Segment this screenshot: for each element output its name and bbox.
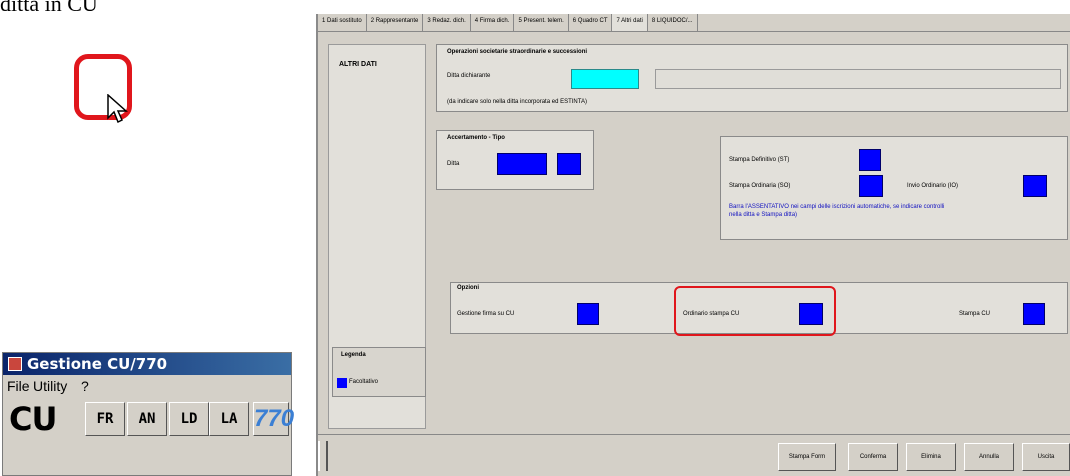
conferma-button[interactable]: Conferma — [848, 443, 898, 471]
ditta-description-field[interactable] — [655, 69, 1061, 89]
menu-utility[interactable]: Utility — [33, 378, 67, 394]
stampa-definitivo-label: Stampa Definitivo (ST) — [729, 157, 790, 163]
accertamento-ditta-field[interactable] — [497, 153, 547, 175]
tab-rappresentante[interactable]: 2 Rappresentante — [367, 14, 424, 31]
group-stampa: Stampa Definitivo (ST) Stampa Ordinaria … — [720, 136, 1068, 240]
legend-box: Legenda Facoltativo — [332, 347, 426, 397]
main-form-window: 1 Dati sostituto 2 Rappresentante 3 Reda… — [316, 14, 1070, 476]
tab-strip: 1 Dati sostituto 2 Rappresentante 3 Reda… — [318, 14, 1070, 32]
mouse-pointer-icon — [107, 94, 128, 124]
tab-redaz-dich[interactable]: 3 Redaz. dich. — [423, 14, 471, 31]
la-button[interactable]: LA — [209, 402, 249, 436]
toolbar: CU FR AN LD LA 770 — [3, 398, 294, 438]
ditta-dichiarante-field[interactable] — [571, 69, 639, 89]
menu-help[interactable]: ? — [81, 378, 89, 394]
an-button[interactable]: AN — [127, 402, 167, 436]
group-opzioni-title: Opzioni — [457, 285, 479, 291]
cu-logo-button[interactable]: CU — [9, 400, 57, 438]
ditta-dichiarante-label: Ditta dichiarante — [447, 73, 491, 79]
770-logo-button[interactable]: 770 — [253, 402, 294, 436]
uscita-button[interactable]: Uscita — [1022, 443, 1070, 471]
app-icon — [8, 357, 22, 371]
group-operazioni-title: Operazioni societarie straordinarie e su… — [447, 49, 588, 55]
stampa-note: Barra l'ASSENTATIVO nei campi delle iscr… — [729, 204, 945, 218]
page-caption: ditta in CU — [0, 0, 98, 16]
legend-title: Legenda — [341, 352, 366, 358]
group-accertamento-title: Accertamento - Tipo — [447, 135, 505, 141]
accertamento-ditta-label: Ditta — [447, 161, 460, 167]
invio-ordinario-label: Invio Ordinario (IO) — [907, 183, 959, 189]
annulla-button[interactable]: Annulla — [964, 443, 1014, 471]
group-operazioni: Operazioni societarie straordinarie e su… — [436, 44, 1068, 112]
menu-file[interactable]: File — [7, 378, 30, 394]
menu-bar: File Utility ? — [3, 376, 291, 396]
stampa-cu-field[interactable] — [1023, 303, 1045, 325]
gestione-firma-label: Gestione firma su CU — [457, 311, 515, 317]
elimina-button[interactable]: Elimina — [906, 443, 956, 471]
ld-button[interactable]: LD — [169, 402, 209, 436]
bottom-left-handle — [318, 441, 328, 471]
accertamento-tipo-field[interactable] — [557, 153, 581, 175]
tab-firma-dich[interactable]: 4 Firma dich. — [471, 14, 515, 31]
operazioni-note: (da indicare solo nella ditta incorporat… — [447, 99, 587, 105]
title-bar: Gestione CU/770 — [3, 353, 291, 375]
app-window: Gestione CU/770 File Utility ? CU FR AN … — [2, 352, 294, 476]
tab-present-telem[interactable]: 5 Present. telem. — [514, 14, 569, 31]
stampa-ordinaria-field[interactable] — [859, 175, 883, 197]
fr-button[interactable]: FR — [85, 402, 125, 436]
tab-liquidoc[interactable]: 8 LIQUIDOC/... — [648, 14, 698, 31]
stampa-form-button[interactable]: Stampa Form — [778, 443, 836, 471]
window-title: Gestione CU/770 — [27, 355, 168, 373]
stampa-cu-label: Stampa CU — [959, 311, 991, 317]
gestione-firma-field[interactable] — [577, 303, 599, 325]
tab-quadro-ct[interactable]: 6 Quadro CT — [569, 14, 613, 31]
legend-swatch-optional — [337, 378, 347, 388]
stampa-definitivo-field[interactable] — [859, 149, 881, 171]
legend-text: Facoltativo — [349, 379, 379, 385]
tab-dati-sostituto[interactable]: 1 Dati sostituto — [318, 14, 367, 31]
tab-altri-dati[interactable]: 7 Altri dati — [612, 14, 648, 31]
invio-ordinario-field[interactable] — [1023, 175, 1047, 197]
bottom-button-bar: Stampa Form Conferma Elimina Annulla Usc… — [318, 434, 1070, 476]
group-accertamento: Accertamento - Tipo Ditta — [436, 130, 594, 190]
highlight-ordinario-annotation — [674, 286, 836, 336]
stampa-ordinaria-label: Stampa Ordinaria (SO) — [729, 183, 791, 189]
side-title: ALTRI DATI — [339, 61, 377, 68]
